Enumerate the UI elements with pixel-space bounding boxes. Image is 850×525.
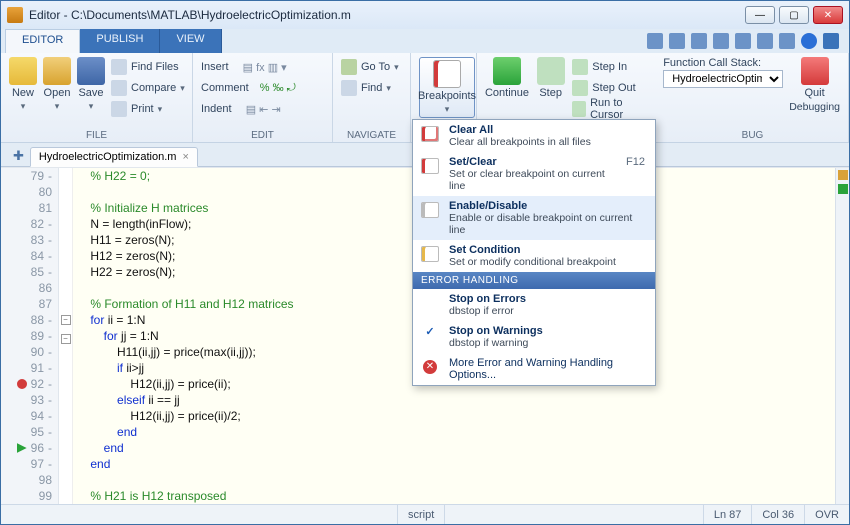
menu-stop-on-warnings[interactable]: ✓ Stop on Warningsdbstop if warning [413, 321, 655, 353]
tab-publish[interactable]: PUBLISH [80, 29, 160, 53]
function-call-stack-select[interactable]: HydroelectricOptimiz... [663, 70, 783, 88]
menu-clear-all[interactable]: Clear AllClear all breakpoints in all fi… [413, 120, 655, 152]
clear-all-icon [419, 124, 441, 144]
open-button[interactable]: Open▾ [43, 57, 71, 112]
comment-button[interactable]: Comment % ‰ ⤾ [201, 78, 324, 98]
breakpoints-dropdown-menu: Clear AllClear all breakpoints in all fi… [412, 119, 656, 386]
menu-set-clear[interactable]: Set/ClearSet or clear breakpoint on curr… [413, 152, 655, 196]
add-file-tab-button[interactable]: ✚ [7, 146, 30, 166]
qat-icon[interactable] [713, 33, 729, 49]
menu-shortcut: F12 [626, 156, 649, 168]
more-options-icon: ✕ [419, 357, 441, 377]
ribbon-tabs: EDITOR PUBLISH VIEW [5, 29, 222, 53]
insert-button[interactable]: Insert ▤ fx ▥ ▾ [201, 57, 324, 77]
enable-disable-icon [419, 200, 441, 220]
menu-set-condition[interactable]: Set ConditionSet or modify conditional b… [413, 240, 655, 272]
app-icon [7, 7, 23, 23]
tab-view[interactable]: VIEW [160, 29, 221, 53]
compare-button[interactable]: Compare ▾ [111, 78, 185, 98]
goto-button[interactable]: Go To ▾ [341, 57, 402, 77]
title-bar: Editor - C:\Documents\MATLAB\Hydroelectr… [1, 1, 849, 29]
qat-icon[interactable] [669, 33, 685, 49]
qat-icon[interactable] [691, 33, 707, 49]
print-button[interactable]: Print ▾ [111, 99, 185, 119]
new-button[interactable]: New▾ [9, 57, 37, 112]
qat-icon[interactable] [757, 33, 773, 49]
save-button[interactable]: Save▾ [77, 57, 105, 112]
quit-debugging-button[interactable]: QuitDebugging [789, 57, 840, 113]
status-col: Col 36 [751, 505, 804, 524]
close-button[interactable]: ✕ [813, 6, 843, 24]
group-file-label: FILE [9, 128, 184, 141]
run-to-cursor-button[interactable]: Run to Cursor [572, 99, 649, 119]
checkmark-icon: ✓ [419, 325, 441, 338]
function-call-stack-label: Function Call Stack: [663, 57, 783, 69]
step-in-button[interactable]: Step In [572, 57, 649, 77]
step-out-button[interactable]: Step Out [572, 78, 649, 98]
file-tab-label: HydroelectricOptimization.m [39, 151, 177, 163]
step-button[interactable]: Step [535, 57, 566, 99]
status-line: Ln 87 [703, 505, 752, 524]
window-title: Editor - C:\Documents\MATLAB\Hydroelectr… [29, 8, 739, 22]
qat-help-icon[interactable] [801, 33, 817, 49]
qat-minimize-ribbon-icon[interactable] [823, 33, 839, 49]
menu-section-error-handling: ERROR HANDLING [413, 272, 655, 289]
find-files-button[interactable]: Find Files [111, 57, 185, 77]
indent-button[interactable]: Indent ▤ ⇤ ⇥ [201, 99, 324, 119]
status-type: script [397, 505, 444, 524]
breakpoints-button[interactable]: Breakpoints▾ [419, 57, 475, 118]
continue-button[interactable]: Continue [485, 57, 529, 99]
quick-access-toolbar [647, 33, 845, 49]
qat-icon[interactable] [779, 33, 795, 49]
qat-icon[interactable] [735, 33, 751, 49]
group-bug-label: BUG [665, 128, 840, 141]
menu-enable-disable[interactable]: Enable/DisableEnable or disable breakpoi… [413, 196, 655, 240]
group-navigate-label: NAVIGATE [341, 128, 402, 141]
fold-column[interactable]: −− [59, 168, 73, 504]
qat-icon[interactable] [647, 33, 663, 49]
file-tab[interactable]: HydroelectricOptimization.m × [30, 147, 198, 167]
maximize-button[interactable]: ▢ [779, 6, 809, 24]
minimize-button[interactable]: — [745, 6, 775, 24]
tab-editor[interactable]: EDITOR [5, 29, 80, 53]
find-button[interactable]: Find ▾ [341, 78, 402, 98]
condition-icon [419, 244, 441, 264]
menu-more-options[interactable]: ✕ More Error and Warning Handling Option… [413, 353, 655, 385]
group-edit-label: EDIT [201, 128, 324, 141]
status-ovr: OVR [804, 505, 849, 524]
set-clear-icon [419, 156, 441, 176]
status-bar: script Ln 87 Col 36 OVR [1, 504, 849, 524]
menu-stop-on-errors[interactable]: Stop on Errorsdbstop if error [413, 289, 655, 321]
overview-ruler[interactable] [835, 168, 849, 504]
line-number-gutter[interactable]: 79 -808182 -83 -84 -85 -868788 -89 -90 -… [1, 168, 59, 504]
close-file-tab-icon[interactable]: × [182, 151, 188, 163]
